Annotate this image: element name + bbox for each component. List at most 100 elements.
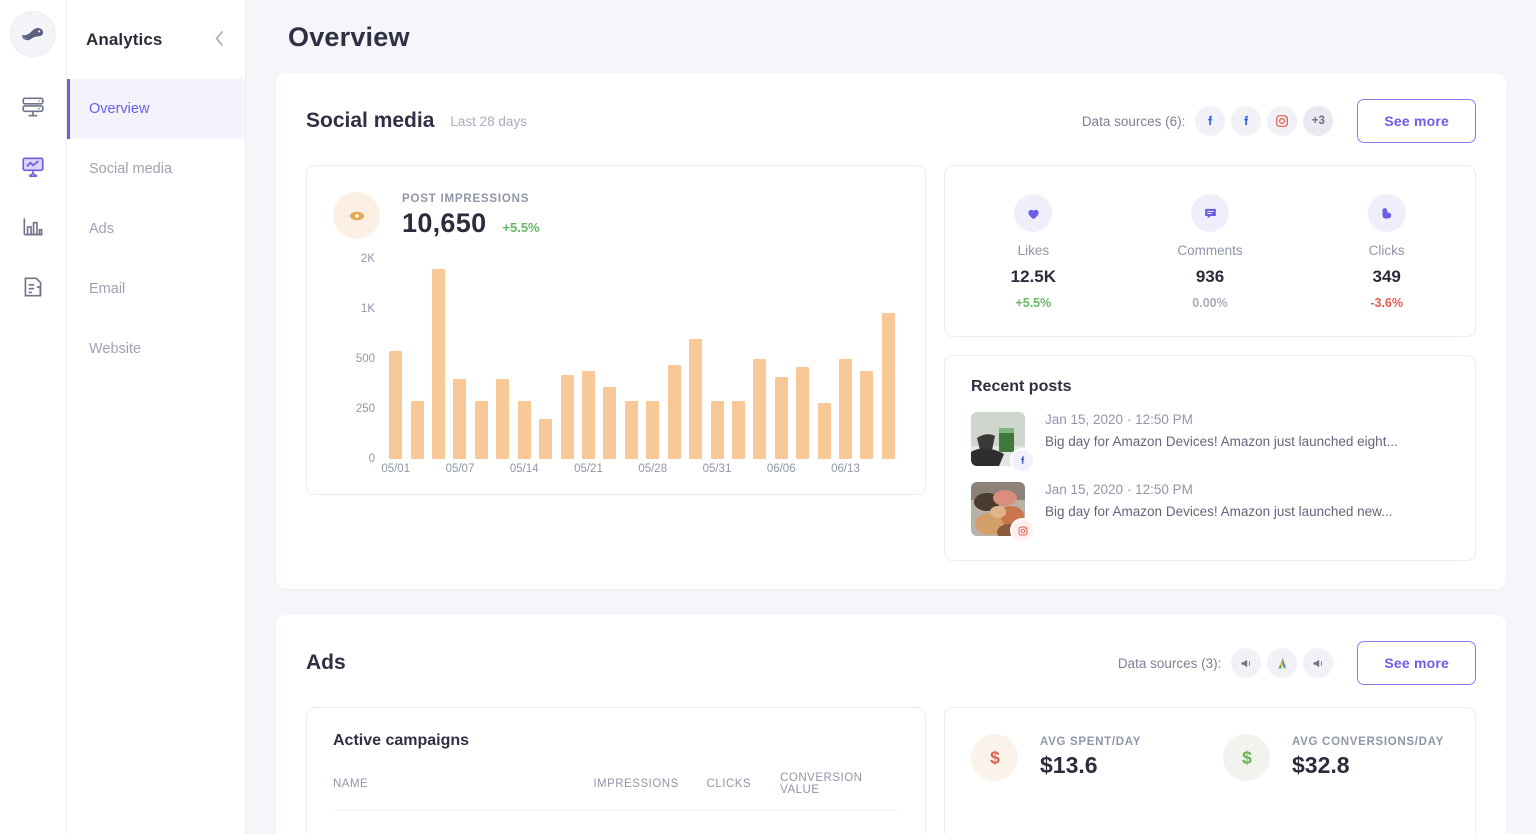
chart-bar[interactable] xyxy=(668,365,681,459)
chart-y-tick: 1K xyxy=(361,303,375,315)
bar-chart-icon[interactable] xyxy=(0,197,67,257)
instagram-icon xyxy=(1010,518,1035,543)
megaphone-icon[interactable] xyxy=(1303,648,1333,678)
chart-y-tick: 0 xyxy=(369,453,375,465)
sidebar-item-ads[interactable]: Ads xyxy=(67,199,245,259)
post-thumbnail-wrap xyxy=(971,482,1025,536)
dashboard-icon[interactable] xyxy=(0,77,67,137)
engagement-card: Likes 12.5K +5.5% xyxy=(944,165,1476,337)
social-right-column: Likes 12.5K +5.5% xyxy=(944,165,1476,561)
chart-bar-slot xyxy=(578,259,599,459)
list-item[interactable]: Jan 15, 2020 · 12:50 PM Big day for Amaz… xyxy=(971,412,1449,466)
post-date: Jan 15, 2020 xyxy=(1045,412,1123,427)
engagement-value: 349 xyxy=(1372,267,1400,287)
google-ads-icon[interactable] xyxy=(1267,648,1297,678)
sidebar-item-social-media[interactable]: Social media xyxy=(67,139,245,199)
ads-title: Ads xyxy=(306,651,346,675)
campaign-clicks: 1,266 xyxy=(707,811,781,834)
social-see-more-button[interactable]: See more xyxy=(1357,99,1476,143)
engagement-likes: Likes 12.5K +5.5% xyxy=(945,194,1122,310)
avg-spent-text: AVG SPENT/DAY $13.6 xyxy=(1040,736,1141,779)
chart-x-tick: 05/31 xyxy=(703,463,732,475)
chart-x-tick: 05/14 xyxy=(510,463,539,475)
sidebar-item-label: Email xyxy=(89,281,125,297)
ads-header: Ads Data sources (3): xyxy=(306,641,1476,685)
post-impressions-delta: +5.5% xyxy=(502,220,539,235)
column-header-clicks[interactable]: CLICKS xyxy=(707,772,781,811)
icon-rail xyxy=(0,0,67,834)
chart-bar[interactable] xyxy=(689,339,702,459)
dollar-icon: $ xyxy=(1223,734,1270,781)
chart-bar[interactable] xyxy=(732,401,745,459)
sidebar-item-website[interactable]: Website xyxy=(67,319,245,379)
column-header-name[interactable]: NAME xyxy=(333,772,593,811)
chart-bar[interactable] xyxy=(711,401,724,459)
avg-spent-per-day: $ AVG SPENT/DAY $13.6 xyxy=(971,734,1223,781)
instagram-icon[interactable] xyxy=(1267,106,1297,136)
chart-bar[interactable] xyxy=(839,359,852,459)
chart-bar[interactable] xyxy=(539,419,552,459)
chevron-left-icon[interactable] xyxy=(214,30,225,50)
post-impressions-value: 10,650 xyxy=(402,208,486,239)
column-header-impressions[interactable]: IMPRESSIONS xyxy=(593,772,706,811)
chart-bar-slot xyxy=(406,259,427,459)
engagement-label: Likes xyxy=(1018,243,1050,258)
chart-bar[interactable] xyxy=(496,379,509,459)
chart-bar[interactable] xyxy=(753,359,766,459)
chart-x-tick: 06/13 xyxy=(831,463,860,475)
bird-logo[interactable] xyxy=(10,11,56,57)
sidebar-item-label: Ads xyxy=(89,221,114,237)
chart-bar[interactable] xyxy=(561,375,574,459)
more-sources-badge[interactable]: +3 xyxy=(1303,106,1333,136)
column-header-conversion-value[interactable]: CONVERSION VALUE xyxy=(780,772,899,811)
post-impressions-text: POST IMPRESSIONS 10,650 +5.5% xyxy=(402,193,540,239)
chart-bar-slot xyxy=(706,259,727,459)
impressions-bar-chart: 2K1K5002500 05/0105/0705/1405/2105/2805/… xyxy=(333,259,899,494)
chart-bar[interactable] xyxy=(860,371,873,459)
campaign-impressions: 5,698 xyxy=(593,811,706,834)
list-item[interactable]: Jan 15, 2020 · 12:50 PM Big day for Amaz… xyxy=(971,482,1449,536)
sidebar-item-label: Social media xyxy=(89,161,172,177)
campaigns-table: NAME IMPRESSIONS CLICKS CONVERSION VALUE xyxy=(333,772,899,834)
active-campaigns-card: Active campaigns NAME IMPRESSIONS CLICKS… xyxy=(306,707,926,834)
engagement-clicks: Clicks 349 -3.6% xyxy=(1298,194,1475,310)
sidebar-item-overview[interactable]: Overview xyxy=(67,79,245,139)
chart-bar-slot xyxy=(535,259,556,459)
facebook-icon[interactable] xyxy=(1195,106,1225,136)
recent-posts-title: Recent posts xyxy=(971,378,1449,396)
ads-see-more-button[interactable]: See more xyxy=(1357,641,1476,685)
chart-bar-slot xyxy=(449,259,470,459)
chart-bar[interactable] xyxy=(582,371,595,459)
chart-bar[interactable] xyxy=(882,313,895,459)
sidebar-item-email[interactable]: Email xyxy=(67,259,245,319)
chart-bar[interactable] xyxy=(411,401,424,459)
campaign-conversion-value: $46,231.8 xyxy=(780,811,899,834)
chart-bar-slot xyxy=(856,259,877,459)
chart-bar[interactable] xyxy=(775,377,788,459)
chart-x-tick: 05/21 xyxy=(574,463,603,475)
chart-bar[interactable] xyxy=(625,401,638,459)
chart-bar-slot xyxy=(771,259,792,459)
social-media-panel: Social media Last 28 days Data sources (… xyxy=(276,73,1506,589)
chart-bar[interactable] xyxy=(475,401,488,459)
chart-bar-slot xyxy=(514,259,535,459)
chart-bar[interactable] xyxy=(432,269,445,459)
chart-bar[interactable] xyxy=(796,367,809,459)
social-data-source-icons: +3 xyxy=(1195,106,1333,136)
chart-bar-slot xyxy=(621,259,642,459)
facebook-icon[interactable] xyxy=(1231,106,1261,136)
document-icon[interactable] xyxy=(0,257,67,317)
chart-bar[interactable] xyxy=(518,401,531,459)
post-impressions-header: POST IMPRESSIONS 10,650 +5.5% xyxy=(307,166,925,239)
chart-bar[interactable] xyxy=(453,379,466,459)
chart-bar[interactable] xyxy=(818,403,831,459)
chart-bar[interactable] xyxy=(646,401,659,459)
table-row[interactable]: Campaign 001 5,698 1,266 $46,231.8 xyxy=(333,811,899,834)
chart-bar[interactable] xyxy=(603,387,616,459)
chart-bar-slot xyxy=(749,259,770,459)
post-body: Jan 15, 2020 · 12:50 PM Big day for Amaz… xyxy=(1045,412,1398,449)
chart-bar[interactable] xyxy=(389,351,402,459)
megaphone-icon[interactable] xyxy=(1231,648,1261,678)
campaign-name-cell: Campaign 001 xyxy=(333,811,593,834)
presentation-chart-icon[interactable] xyxy=(0,137,67,197)
